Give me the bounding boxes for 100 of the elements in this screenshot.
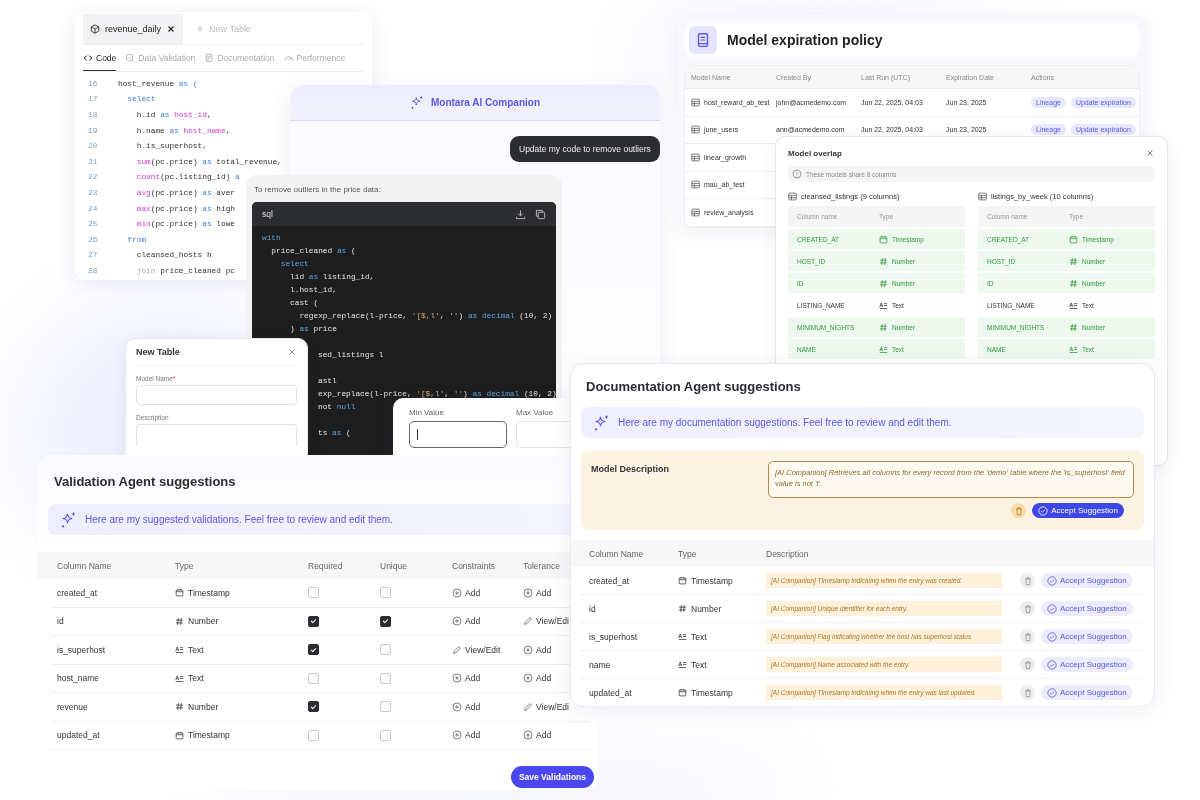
column-header: Type — [175, 560, 195, 571]
delete-button[interactable] — [1011, 503, 1027, 518]
pencil-icon — [452, 644, 462, 655]
accept-button[interactable]: Accept Suggestion — [1041, 657, 1133, 672]
type-label: Timestamp — [691, 687, 733, 698]
column-header: Column Name — [589, 548, 645, 559]
user-message: Update my code to remove outliers — [510, 136, 660, 162]
file-tab[interactable]: revenue_daily — [83, 14, 184, 44]
field-label: Max Value — [516, 408, 555, 417]
add-link[interactable]: Add — [452, 673, 481, 684]
assistant-message: Here are my suggested validations. Feel free to review and edit them. — [85, 514, 393, 525]
sparkle-icon — [593, 413, 611, 432]
reply-text: To remove outliers in the price data: — [253, 184, 382, 196]
hash-icon — [1069, 322, 1078, 332]
add-link[interactable]: Add — [452, 587, 481, 598]
calendar-icon — [678, 688, 687, 697]
trash-icon — [1022, 631, 1033, 642]
column-header: Constraints — [452, 560, 496, 571]
edit-link[interactable]: View/Edit — [452, 644, 501, 655]
check-circle-icon — [1047, 687, 1057, 698]
table-icon — [788, 191, 797, 201]
close-icon[interactable] — [166, 24, 177, 34]
plus-circle-icon — [523, 644, 533, 655]
plus-circle-icon — [452, 673, 462, 684]
accept-button[interactable]: Accept Suggestion — [1041, 629, 1133, 644]
edit-link[interactable]: View/Edi — [523, 701, 569, 712]
panel-title: Model expiration policy — [727, 32, 883, 48]
table-cell-text: id — [589, 603, 597, 614]
type-label: Timestamp — [691, 575, 733, 586]
column-header: Type — [678, 548, 698, 559]
trash-icon — [1022, 687, 1033, 698]
hash-icon — [879, 256, 888, 266]
check-circle-icon — [1047, 575, 1057, 586]
sparkle-icon — [60, 510, 78, 529]
info-icon — [792, 169, 802, 179]
plus-circle-icon — [452, 701, 462, 712]
hash-icon — [1069, 278, 1078, 288]
table-icon — [691, 152, 700, 162]
editor-tab[interactable]: Code — [83, 45, 117, 71]
language-label: sql — [262, 209, 273, 219]
document-icon — [204, 53, 215, 63]
accept-button[interactable]: Accept Suggestion — [1041, 601, 1133, 616]
type-label: Number — [691, 603, 722, 614]
delete-button[interactable] — [1020, 657, 1035, 672]
edit-link[interactable]: View/Edi — [523, 616, 569, 627]
accept-button[interactable]: Accept Suggestion — [1041, 573, 1133, 588]
text-type-icon — [678, 632, 687, 641]
type-label: Text — [188, 644, 204, 655]
type-label: Timestamp — [188, 730, 230, 741]
table-cell-text: name — [589, 659, 612, 670]
check-circle-icon — [1047, 631, 1057, 642]
calendar-icon — [678, 576, 687, 585]
add-link[interactable]: Add — [452, 730, 481, 741]
text-type-icon — [879, 300, 888, 310]
dialog-title: New Table — [136, 347, 180, 357]
checkbox[interactable] — [308, 701, 319, 713]
delete-button[interactable] — [1020, 629, 1035, 644]
checkbox[interactable] — [308, 644, 319, 656]
add-link[interactable]: Add — [452, 701, 481, 712]
checkbox[interactable] — [308, 615, 319, 627]
accept-button[interactable]: Accept Suggestion — [1032, 503, 1124, 518]
trash-icon — [1022, 603, 1033, 614]
table-cell-text: is_superhost — [589, 631, 639, 642]
add-link[interactable]: Add — [523, 644, 552, 655]
delete-button[interactable] — [1020, 573, 1035, 588]
add-link[interactable]: Add — [452, 616, 481, 627]
check-circle-icon — [1038, 505, 1049, 516]
table-cell-text: updated_at — [57, 730, 101, 741]
column-header: Column Name — [57, 560, 113, 571]
calendar-icon — [175, 730, 184, 740]
pencil-icon — [523, 616, 533, 627]
chat-title: Montara AI Companion — [430, 97, 541, 108]
plus-circle-icon — [523, 730, 533, 741]
table-cell-text: created_at — [57, 587, 99, 598]
copy-icon[interactable] — [535, 208, 546, 220]
table-cell-text: host_name — [57, 673, 101, 684]
text-type-icon — [879, 344, 888, 354]
input-field[interactable] — [409, 421, 507, 448]
type-label: Text — [188, 673, 204, 684]
delete-button[interactable] — [1020, 601, 1035, 616]
column-header: Required — [308, 560, 344, 571]
hash-icon — [678, 604, 687, 613]
cube-icon — [90, 24, 100, 34]
add-link[interactable]: Add — [523, 587, 552, 598]
table-cell-text: created_at — [589, 575, 631, 586]
delete-button[interactable] — [1020, 685, 1035, 700]
checkbox[interactable] — [380, 615, 391, 627]
save-button[interactable]: Save Validations — [510, 766, 594, 788]
add-link[interactable]: Add — [523, 673, 552, 684]
plus-circle-icon — [523, 587, 533, 598]
table-icon — [978, 191, 987, 201]
trash-icon — [1022, 659, 1033, 670]
check-circle-icon — [1047, 659, 1057, 670]
pencil-icon — [523, 701, 533, 712]
add-link[interactable]: Add — [523, 730, 552, 741]
plus-circle-icon — [452, 587, 462, 598]
code-icon — [83, 52, 93, 63]
accept-button[interactable]: Accept Suggestion — [1041, 685, 1133, 700]
download-icon[interactable] — [515, 208, 526, 220]
table-icon — [691, 207, 700, 217]
